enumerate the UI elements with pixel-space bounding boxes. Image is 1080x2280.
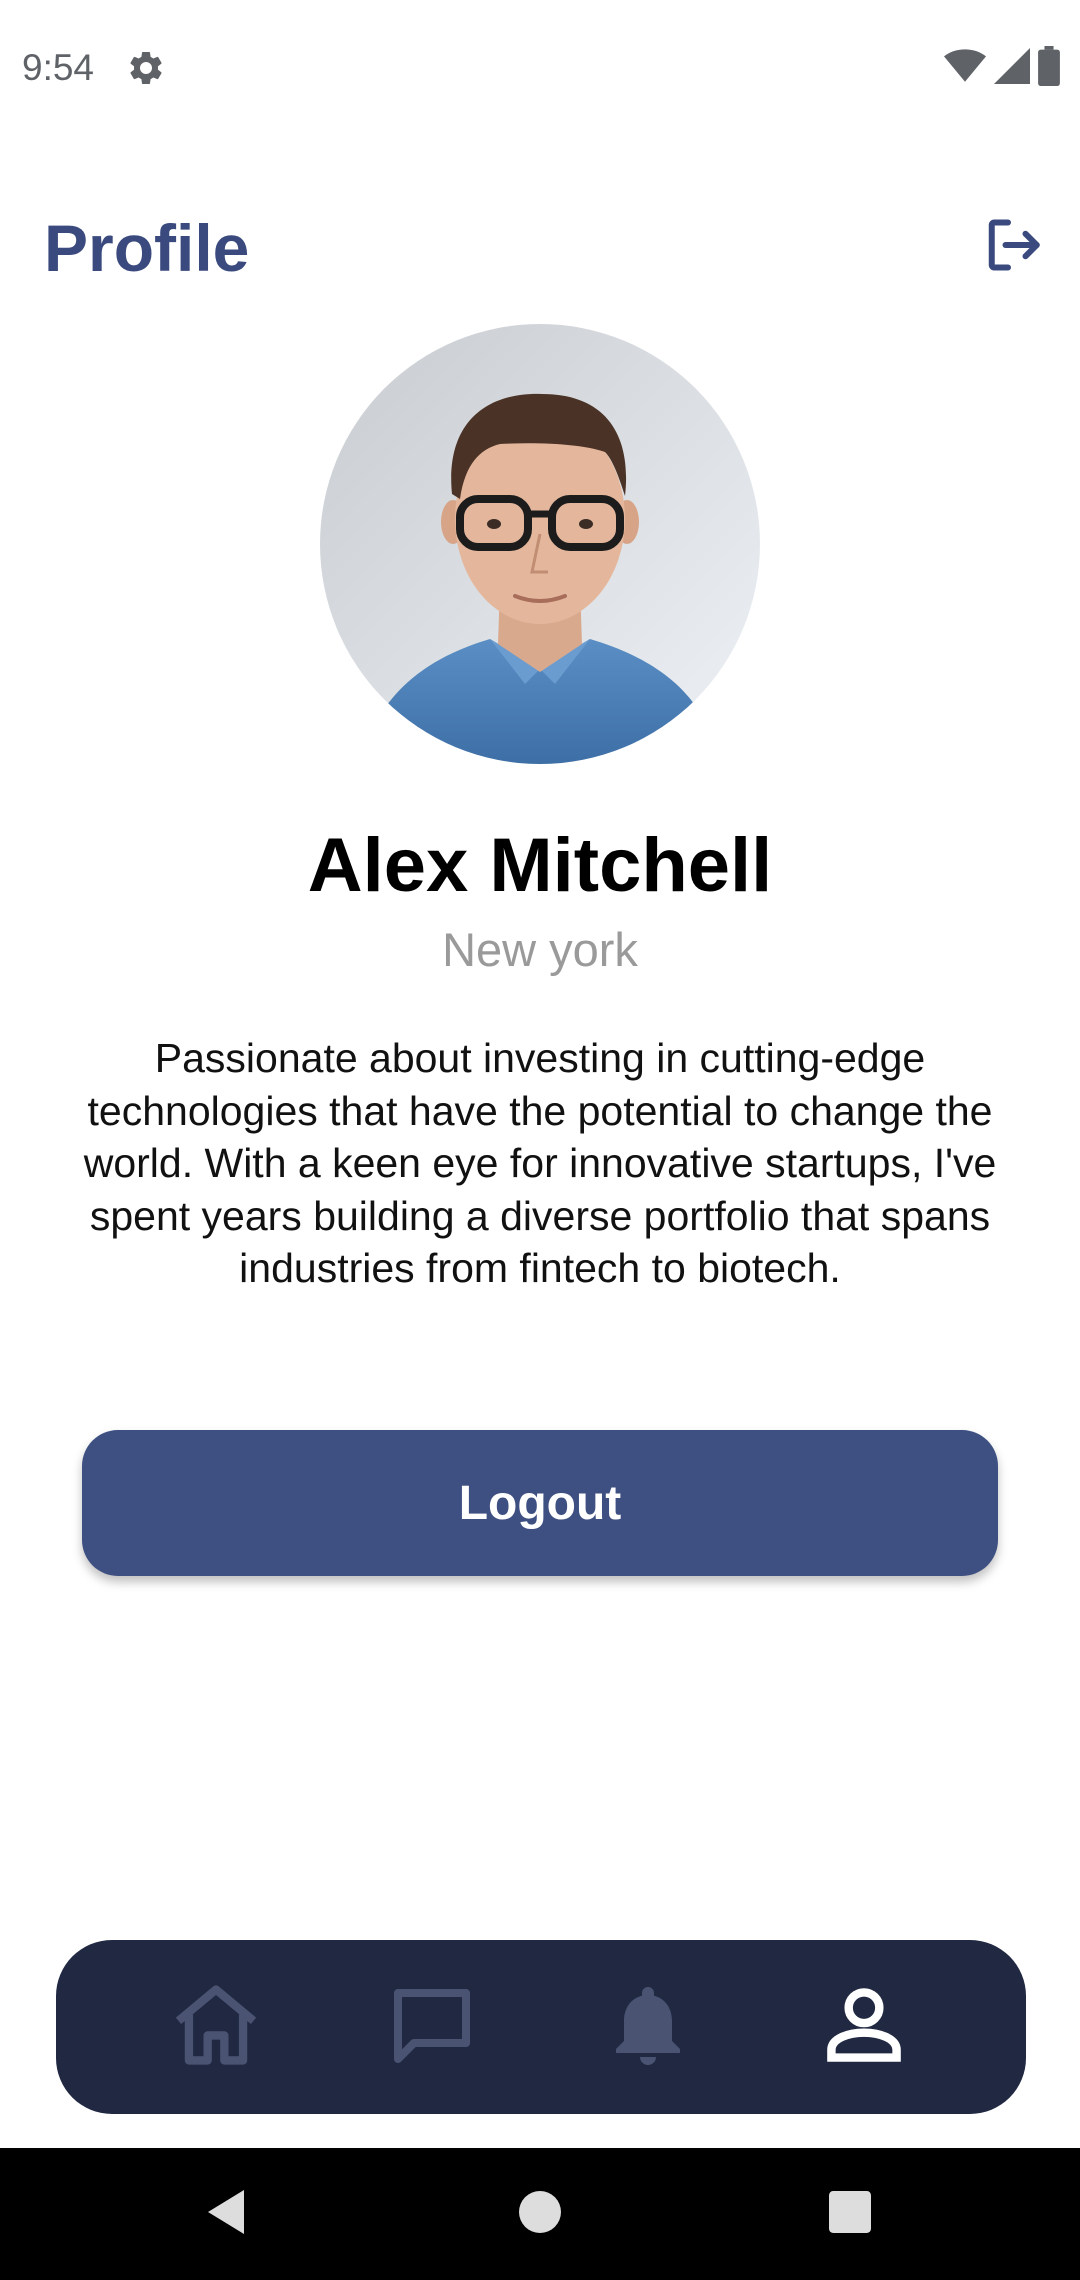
battery-icon (1038, 45, 1060, 91)
recents-square-icon (829, 2190, 871, 2238)
home-circle-icon (519, 2190, 561, 2238)
nav-home[interactable] (166, 1977, 266, 2077)
bell-icon (600, 1977, 696, 2078)
chat-icon (384, 1977, 480, 2078)
profile-location: New york (442, 923, 638, 976)
status-bar: 9:54 (0, 0, 1080, 136)
logout-button[interactable]: Logout (82, 1430, 998, 1576)
logout-icon (983, 215, 1043, 280)
back-triangle-icon (204, 2188, 248, 2241)
page-title: Profile (44, 211, 250, 285)
signal-icon (994, 47, 1030, 89)
gear-icon (126, 48, 166, 88)
status-indicators (944, 45, 1060, 91)
recents-button[interactable] (820, 2184, 880, 2244)
status-time: 9:54 (22, 47, 95, 88)
avatar (320, 324, 760, 764)
wifi-icon (944, 48, 986, 89)
profile-bio: Passionate about investing in cutting-ed… (83, 1035, 997, 1291)
nav-messages[interactable] (382, 1977, 482, 2077)
person-icon (818, 1979, 910, 2076)
nav-profile[interactable] (814, 1977, 914, 2077)
profile-name: Alex Mitchell (307, 823, 773, 908)
home-icon (166, 1975, 266, 2080)
back-button[interactable] (196, 2184, 256, 2244)
home-button[interactable] (510, 2184, 570, 2244)
header: Profile (0, 200, 1080, 290)
nav-notifications[interactable] (598, 1977, 698, 2077)
logout-icon-button[interactable] (980, 214, 1046, 280)
bottom-nav (56, 1940, 1026, 2114)
system-nav-bar (0, 2148, 1080, 2280)
